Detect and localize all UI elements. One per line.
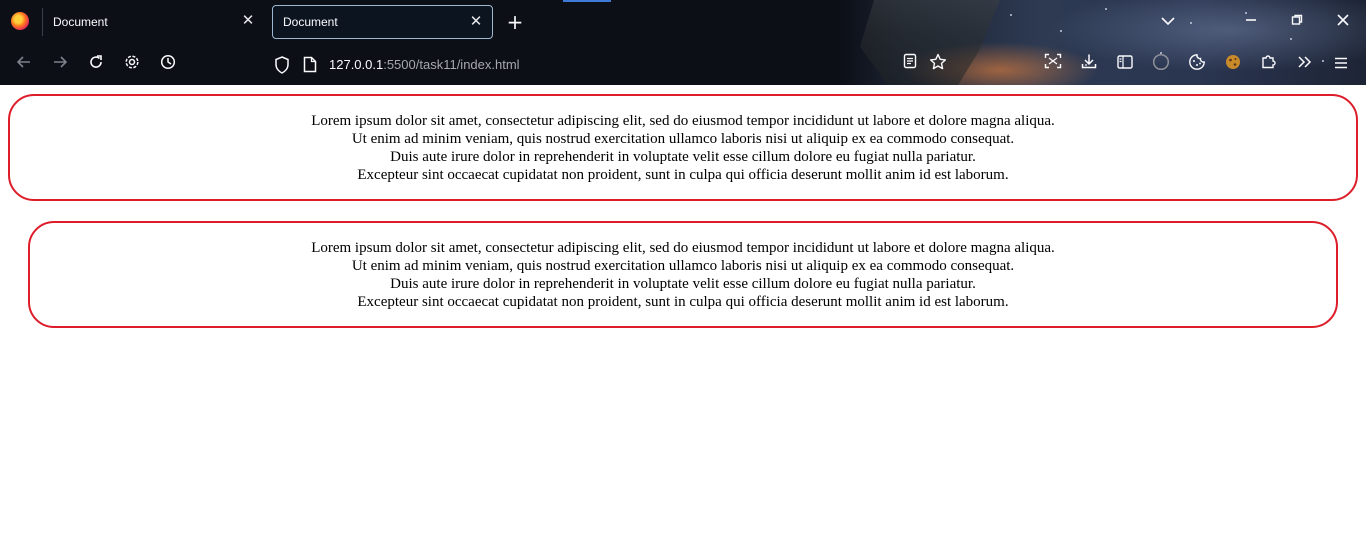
extension-cookie-icon[interactable] bbox=[1222, 53, 1244, 75]
text-line: Duis aute irure dolor in reprehenderit i… bbox=[390, 149, 976, 165]
text-box-2: Lorem ipsum dolor sit amet, consectetur … bbox=[28, 221, 1338, 328]
text-line: Lorem ipsum dolor sit amet, consectetur … bbox=[311, 113, 1055, 129]
menu-hamburger-icon[interactable] bbox=[1330, 53, 1352, 75]
reader-view-icon[interactable] bbox=[899, 53, 921, 75]
url-path: :5500/task11/index.html bbox=[383, 57, 520, 72]
url-text[interactable]: 127.0.0.1:5500/task11/index.html bbox=[329, 57, 520, 72]
browser-chrome: Document ✕ Document ✕ + 127.0.0.1:5500/t… bbox=[0, 0, 1366, 85]
url-host: 127.0.0.1 bbox=[329, 57, 384, 72]
page-viewport: Lorem ipsum dolor sit amet, consectetur … bbox=[0, 85, 1366, 554]
firefox-logo-icon[interactable] bbox=[11, 12, 29, 30]
navigation-toolbar: 127.0.0.1:5500/task11/index.html bbox=[0, 44, 1366, 85]
text-line: Ut enim ad minim veniam, quis nostrud ex… bbox=[351, 131, 1015, 147]
bookmark-star-icon[interactable] bbox=[927, 53, 949, 75]
tab-title: Document bbox=[53, 15, 108, 29]
tab-strip: Document ✕ Document ✕ + bbox=[0, 0, 1366, 44]
close-icon[interactable] bbox=[1331, 10, 1355, 34]
text-line: Excepteur sint occaecat cupidatat non pr… bbox=[357, 167, 1009, 183]
extensions-puzzle-icon[interactable] bbox=[1258, 53, 1280, 75]
text-line: Lorem ipsum dolor sit amet, consectetur … bbox=[311, 240, 1055, 256]
plus-icon[interactable]: + bbox=[505, 10, 525, 34]
text-line: Ut enim ad minim veniam, quis nostrud ex… bbox=[351, 258, 1015, 274]
account-circle-icon[interactable] bbox=[1150, 53, 1172, 75]
forward-arrow-icon[interactable] bbox=[48, 53, 72, 77]
screenshot-icon[interactable] bbox=[1042, 53, 1064, 75]
address-bar[interactable]: 127.0.0.1:5500/task11/index.html bbox=[266, 49, 956, 81]
minimize-icon[interactable] bbox=[1239, 10, 1263, 34]
page-info-icon[interactable] bbox=[303, 56, 317, 73]
cookie-icon[interactable] bbox=[1186, 53, 1208, 75]
downloads-icon[interactable] bbox=[1078, 53, 1100, 75]
back-arrow-icon[interactable] bbox=[12, 53, 36, 77]
text-box-1: Lorem ipsum dolor sit amet, consectetur … bbox=[8, 94, 1358, 201]
reload-icon[interactable] bbox=[84, 53, 108, 77]
tab-document-1[interactable]: Document ✕ bbox=[43, 5, 264, 39]
tab-document-2[interactable]: Document ✕ bbox=[272, 5, 493, 39]
close-tab-icon[interactable]: ✕ bbox=[468, 14, 484, 30]
overflow-chevrons-icon[interactable] bbox=[1294, 53, 1316, 75]
text-line: Duis aute irure dolor in reprehenderit i… bbox=[390, 276, 976, 292]
tab-title: Document bbox=[283, 15, 338, 29]
text-line: Excepteur sint occaecat cupidatat non pr… bbox=[357, 294, 1009, 310]
tracking-protection-shield-icon[interactable] bbox=[274, 56, 290, 74]
close-tab-icon[interactable]: ✕ bbox=[240, 13, 256, 29]
history-clock-icon[interactable] bbox=[156, 53, 180, 77]
restore-icon[interactable] bbox=[1285, 10, 1309, 34]
sidebar-icon[interactable] bbox=[1114, 53, 1136, 75]
list-all-tabs-icon[interactable] bbox=[1156, 10, 1180, 34]
settings-gear-icon[interactable] bbox=[120, 53, 144, 77]
